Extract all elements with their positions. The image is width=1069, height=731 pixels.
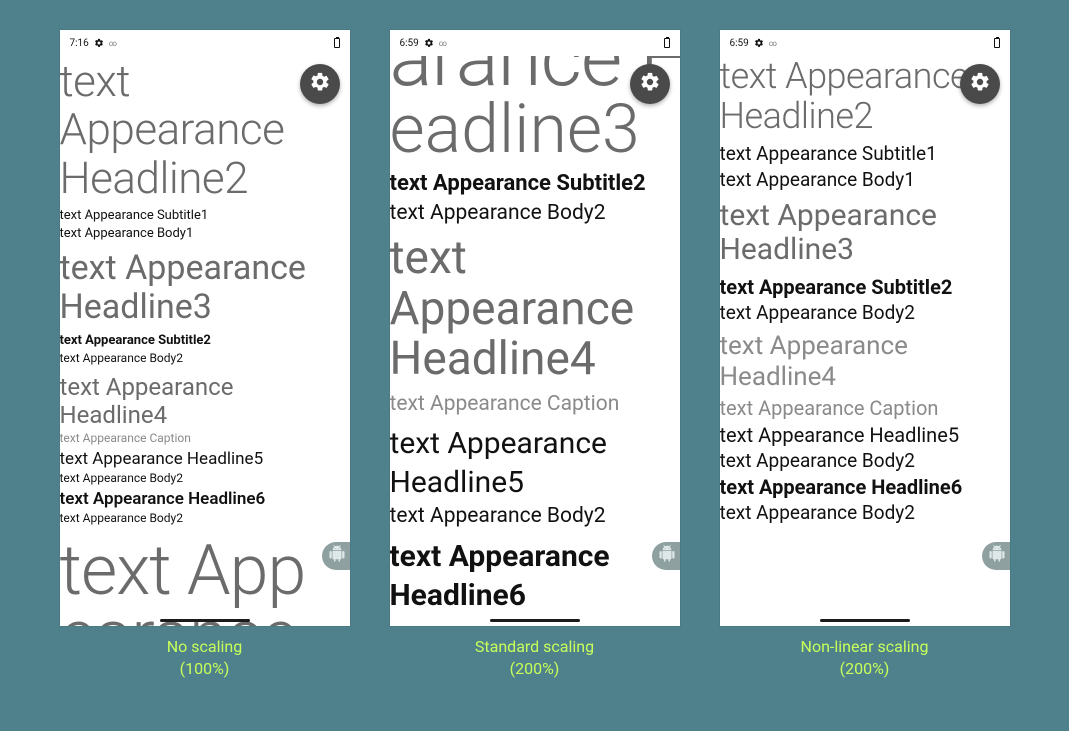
navigation-handle[interactable] xyxy=(160,619,250,622)
content-area: arance H eadline3 text Appearance Subtit… xyxy=(390,56,680,626)
android-icon xyxy=(658,545,676,567)
body2-text: text Appearance Body2 xyxy=(390,503,676,530)
caption-line1: Non-linear scaling xyxy=(801,636,929,658)
gear-icon xyxy=(639,71,661,97)
android-icon xyxy=(988,545,1006,567)
caption-line2: (200%) xyxy=(801,658,929,680)
android-debug-tab[interactable] xyxy=(982,542,1010,570)
body1-text: text Appearance Body1 xyxy=(60,226,346,243)
body2-text: text Appearance Body2 xyxy=(60,511,346,527)
content-area: text Appearance Headline2 text Appearanc… xyxy=(60,56,350,626)
navigation-handle[interactable] xyxy=(820,619,910,622)
caption-text: text Appearance Caption xyxy=(390,391,676,418)
status-bar: 7:16 ∞ xyxy=(60,30,350,56)
android-debug-tab[interactable] xyxy=(652,542,680,570)
phone-screen-standard-scaling: 6:59 ∞ arance H eadline3 text Appearance… xyxy=(390,30,680,626)
navigation-handle[interactable] xyxy=(490,619,580,622)
headline4-text: text Appearance Headline4 xyxy=(390,233,676,385)
status-time: 7:16 xyxy=(70,38,89,49)
battery-icon xyxy=(334,38,340,48)
headline4-text: text Appearance Headline4 xyxy=(720,331,1006,393)
settings-fab[interactable] xyxy=(960,64,1000,104)
body2-text: text Appearance Body2 xyxy=(390,200,676,227)
phone-screen-no-scaling: 7:16 ∞ text Appearance Headline2 text Ap… xyxy=(60,30,350,626)
subtitle2-text: text Appearance Subtitle2 xyxy=(60,333,346,350)
headline5-text: text Appearance Headline5 xyxy=(390,424,676,502)
headline6-text: text Appearance Headline6 xyxy=(720,474,1006,500)
caption-text: text Appearance Caption xyxy=(720,395,1006,421)
panel-standard-scaling: 6:59 ∞ arance H eadline3 text Appearance… xyxy=(390,30,680,679)
gear-icon xyxy=(309,71,331,97)
battery-icon xyxy=(664,38,670,48)
body2-text: text Appearance Body2 xyxy=(720,449,1006,474)
status-time: 6:59 xyxy=(400,38,419,49)
panel-caption: Standard scaling (200%) xyxy=(475,636,594,679)
status-dots: ∞ xyxy=(109,39,118,48)
status-bar: 6:59 ∞ xyxy=(720,30,1010,56)
headline4-text: text Appearance Headline4 xyxy=(60,373,346,431)
settings-fab[interactable] xyxy=(300,64,340,104)
panel-caption: No scaling (100%) xyxy=(167,636,242,679)
headline5-text: text Appearance Headline5 xyxy=(60,448,346,470)
caption-line1: Standard scaling xyxy=(475,636,594,658)
headline3-text: text Appearance Headline3 xyxy=(60,249,346,327)
headline2-text: text Appearance Headline2 xyxy=(720,57,1006,136)
battery-icon xyxy=(994,38,1000,48)
android-debug-tab[interactable] xyxy=(322,542,350,570)
subtitle1-text: text Appearance Subtitle1 xyxy=(60,208,346,225)
subtitle2-text: text Appearance Subtitle2 xyxy=(390,170,676,199)
gear-icon xyxy=(424,38,434,48)
body2-text: text Appearance Body2 xyxy=(720,301,1006,326)
caption-line2: (200%) xyxy=(475,658,594,680)
headline3-text: text Appearance Headline3 xyxy=(720,199,1006,268)
caption-line1: No scaling xyxy=(167,636,242,658)
body1-text: text Appearance Body1 xyxy=(720,168,1006,193)
settings-fab[interactable] xyxy=(630,64,670,104)
android-icon xyxy=(328,545,346,567)
headline5-text: text Appearance Headline5 xyxy=(720,422,1006,448)
status-dots: ∞ xyxy=(439,39,448,48)
subtitle1-text: text Appearance Subtitle1 xyxy=(720,142,1006,167)
headline6-text: text Appearance Headline6 xyxy=(390,537,676,615)
body2-text: text Appearance Body2 xyxy=(60,471,346,487)
panel-no-scaling: 7:16 ∞ text Appearance Headline2 text Ap… xyxy=(60,30,350,679)
status-bar: 6:59 ∞ xyxy=(390,30,680,56)
gear-icon xyxy=(969,71,991,97)
headline6-text: text Appearance Headline6 xyxy=(60,488,346,510)
gear-icon xyxy=(94,38,104,48)
content-area: text Appearance Headline2 text Appearanc… xyxy=(720,56,1010,626)
body2-text: text Appearance Body2 xyxy=(720,501,1006,526)
body2-text: text Appearance Body2 xyxy=(60,351,346,367)
status-time: 6:59 xyxy=(730,38,749,49)
caption-line2: (100%) xyxy=(167,658,242,680)
caption-text: text Appearance Caption xyxy=(60,431,346,447)
subtitle2-text: text Appearance Subtitle2 xyxy=(720,274,1006,300)
panel-nonlinear-scaling: 6:59 ∞ text Appearance Headline2 text Ap… xyxy=(720,30,1010,679)
gear-icon xyxy=(754,38,764,48)
panel-caption: Non-linear scaling (200%) xyxy=(801,636,929,679)
status-dots: ∞ xyxy=(769,39,778,48)
phone-screen-nonlinear-scaling: 6:59 ∞ text Appearance Headline2 text Ap… xyxy=(720,30,1010,626)
overflow-headline-line2: eadline3 xyxy=(390,95,676,164)
